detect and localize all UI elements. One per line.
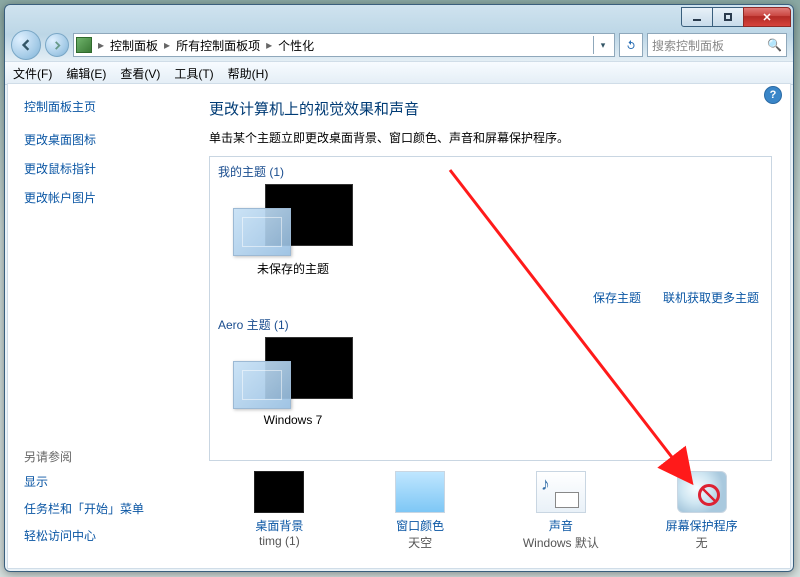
menu-tools[interactable]: 工具(T) bbox=[174, 65, 213, 82]
breadcrumb-personalization[interactable]: 个性化 bbox=[278, 37, 314, 54]
desktop-background-value: timg (1) bbox=[219, 534, 339, 548]
screensaver-button[interactable]: 屏幕保护程序 无 bbox=[642, 471, 762, 551]
theme-item-windows7[interactable]: Windows 7 bbox=[228, 337, 358, 427]
themes-list[interactable]: 我的主题 (1) 未保存的主题 保存主题 联机获取更多主题 Aero 主题 (1… bbox=[209, 156, 772, 461]
theme-preview-icon bbox=[233, 337, 353, 409]
theme-actions: 保存主题 联机获取更多主题 bbox=[218, 285, 763, 316]
main-pane: ? 更改计算机上的视觉效果和声音 单击某个主题立即更改桌面背景、窗口颜色、声音和… bbox=[183, 84, 790, 568]
see-also-display[interactable]: 显示 bbox=[24, 473, 167, 490]
window-color-button[interactable]: 窗口颜色 天空 bbox=[360, 471, 480, 551]
maximize-button[interactable] bbox=[712, 7, 744, 27]
chevron-right-icon: ▸ bbox=[266, 38, 272, 52]
window-color-value: 天空 bbox=[360, 534, 480, 551]
sounds-icon bbox=[536, 471, 586, 513]
menu-view[interactable]: 查看(V) bbox=[120, 65, 160, 82]
search-placeholder: 搜索控制面板 bbox=[652, 37, 724, 54]
control-panel-home-link[interactable]: 控制面板主页 bbox=[24, 98, 167, 115]
theme-item-unsaved[interactable]: 未保存的主题 bbox=[228, 184, 358, 277]
breadcrumb-all-items[interactable]: 所有控制面板项 bbox=[176, 37, 260, 54]
see-also-taskbar[interactable]: 任务栏和「开始」菜单 bbox=[24, 500, 167, 517]
search-input[interactable]: 搜索控制面板 🔍 bbox=[647, 33, 787, 57]
theme-name: 未保存的主题 bbox=[228, 260, 358, 277]
navigation-bar: ▸ 控制面板 ▸ 所有控制面板项 ▸ 个性化 ▾ 搜索控制面板 🔍 bbox=[5, 29, 793, 61]
screensaver-label: 屏幕保护程序 bbox=[642, 517, 762, 534]
save-theme-link[interactable]: 保存主题 bbox=[593, 289, 641, 306]
back-button[interactable] bbox=[11, 30, 41, 60]
forward-button[interactable] bbox=[45, 33, 69, 57]
sounds-value: Windows 默认 bbox=[501, 534, 621, 551]
close-button[interactable] bbox=[743, 7, 791, 27]
breadcrumb-control-panel[interactable]: 控制面板 bbox=[110, 37, 158, 54]
see-also-header: 另请参阅 bbox=[24, 448, 167, 465]
desktop-background-button[interactable]: 桌面背景 timg (1) bbox=[219, 471, 339, 551]
screensaver-value: 无 bbox=[642, 534, 762, 551]
window-color-label: 窗口颜色 bbox=[360, 517, 480, 534]
my-themes-header: 我的主题 (1) bbox=[218, 163, 763, 180]
menu-edit[interactable]: 编辑(E) bbox=[66, 65, 106, 82]
desktop-background-label: 桌面背景 bbox=[219, 517, 339, 534]
aero-themes-header: Aero 主题 (1) bbox=[218, 316, 763, 333]
sounds-label: 声音 bbox=[501, 517, 621, 534]
menu-help[interactable]: 帮助(H) bbox=[228, 65, 269, 82]
page-title: 更改计算机上的视觉效果和声音 bbox=[209, 98, 772, 119]
sidebar: 控制面板主页 更改桌面图标 更改鼠标指针 更改帐户图片 另请参阅 显示 任务栏和… bbox=[8, 84, 183, 568]
menu-bar: 文件(F) 编辑(E) 查看(V) 工具(T) 帮助(H) bbox=[5, 61, 793, 85]
address-bar[interactable]: ▸ 控制面板 ▸ 所有控制面板项 ▸ 个性化 ▾ bbox=[73, 33, 615, 57]
sidebar-task-account-picture[interactable]: 更改帐户图片 bbox=[24, 189, 167, 206]
search-icon: 🔍 bbox=[767, 38, 782, 52]
theme-components-row: 桌面背景 timg (1) 窗口颜色 天空 声音 Windows 默认 屏幕保护… bbox=[209, 471, 772, 551]
control-panel-icon bbox=[76, 37, 92, 53]
page-description: 单击某个主题立即更改桌面背景、窗口颜色、声音和屏幕保护程序。 bbox=[209, 129, 772, 146]
sounds-button[interactable]: 声音 Windows 默认 bbox=[501, 471, 621, 551]
chevron-right-icon: ▸ bbox=[164, 38, 170, 52]
chevron-right-icon: ▸ bbox=[98, 38, 104, 52]
address-dropdown-icon[interactable]: ▾ bbox=[593, 36, 612, 54]
theme-name: Windows 7 bbox=[228, 413, 358, 427]
title-bar bbox=[5, 5, 793, 29]
screensaver-icon bbox=[677, 471, 727, 513]
refresh-button[interactable] bbox=[619, 33, 643, 57]
personalization-window: ▸ 控制面板 ▸ 所有控制面板项 ▸ 个性化 ▾ 搜索控制面板 🔍 文件(F) … bbox=[4, 4, 794, 572]
minimize-button[interactable] bbox=[681, 7, 713, 27]
see-also-ease-of-access[interactable]: 轻松访问中心 bbox=[24, 527, 167, 544]
window-color-icon bbox=[395, 471, 445, 513]
menu-file[interactable]: 文件(F) bbox=[13, 65, 52, 82]
get-more-themes-link[interactable]: 联机获取更多主题 bbox=[663, 289, 759, 306]
window-controls bbox=[682, 7, 791, 27]
content-area: 控制面板主页 更改桌面图标 更改鼠标指针 更改帐户图片 另请参阅 显示 任务栏和… bbox=[7, 83, 791, 569]
help-icon[interactable]: ? bbox=[764, 86, 782, 104]
sidebar-task-desktop-icons[interactable]: 更改桌面图标 bbox=[24, 131, 167, 148]
desktop-background-icon bbox=[254, 471, 304, 513]
sidebar-task-mouse-pointers[interactable]: 更改鼠标指针 bbox=[24, 160, 167, 177]
theme-preview-icon bbox=[233, 184, 353, 256]
